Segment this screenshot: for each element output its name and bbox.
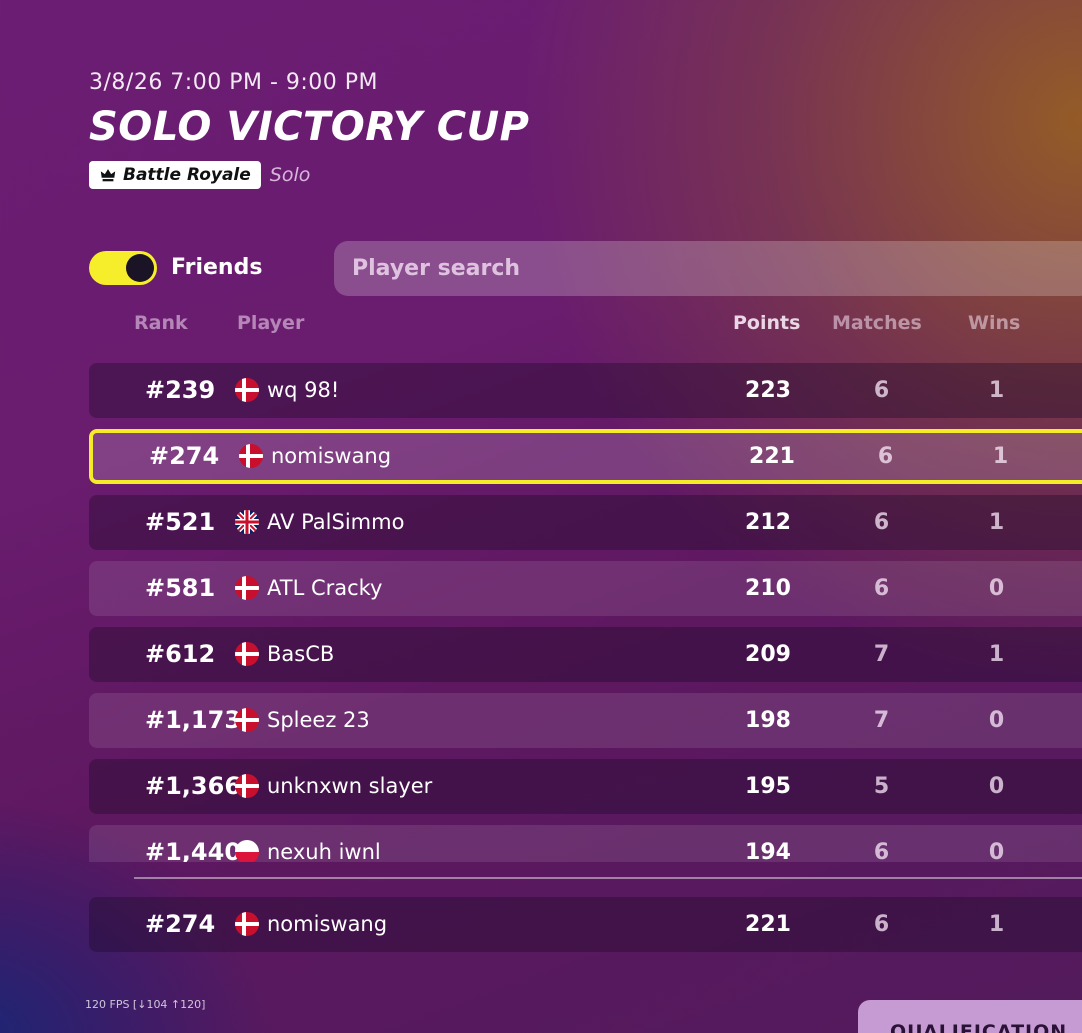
column-header-rank[interactable]: Rank xyxy=(134,312,188,334)
row-rank: #239 xyxy=(145,376,216,404)
pinned-player-row[interactable]: #274 nomiswang 221 6 1 xyxy=(89,897,1082,952)
row-matches: 5 xyxy=(873,774,890,799)
leaderboard-row[interactable]: #612 BasCB 209 7 1 xyxy=(89,627,1082,682)
denmark-flag-icon xyxy=(235,774,259,798)
row-wins: 1 xyxy=(988,642,1005,667)
row-matches: 6 xyxy=(873,576,890,601)
row-points: 223 xyxy=(745,378,791,403)
column-header-wins[interactable]: Wins xyxy=(968,312,1020,334)
leaderboard-row[interactable]: #1,366 unknxwn slayer 195 5 0 xyxy=(89,759,1082,814)
row-player-name: BasCB xyxy=(267,642,335,666)
leaderboard-row[interactable]: #1,173 Spleez 23 198 7 0 xyxy=(89,693,1082,748)
row-rank: #521 xyxy=(145,508,216,536)
row-rank: #274 xyxy=(145,910,216,938)
poland-flag-icon xyxy=(235,840,259,862)
leaderboard-row[interactable]: #1,440 nexuh iwnl 194 6 0 xyxy=(89,825,1082,862)
uk-flag-icon xyxy=(235,510,259,534)
row-points: 221 xyxy=(749,444,795,469)
denmark-flag-icon xyxy=(239,444,263,468)
row-wins: 1 xyxy=(988,912,1005,937)
row-points: 209 xyxy=(745,642,791,667)
row-wins: 1 xyxy=(988,378,1005,403)
row-wins: 1 xyxy=(992,444,1009,469)
team-type-label: Solo xyxy=(269,164,311,186)
denmark-flag-icon xyxy=(235,378,259,402)
mode-badge: Battle Royale xyxy=(89,161,261,189)
leaderboard-column-headers: Rank Player Points Matches Wins xyxy=(0,312,1082,340)
toggle-knob xyxy=(126,254,154,282)
row-matches: 7 xyxy=(873,708,890,733)
leaderboard-row[interactable]: #239 wq 98! 223 6 1 xyxy=(89,363,1082,418)
row-rank: #1,440 xyxy=(145,838,242,862)
row-rank: #612 xyxy=(145,640,216,668)
column-header-points[interactable]: Points xyxy=(733,312,800,334)
row-player-name: unknxwn slayer xyxy=(267,774,433,798)
mode-badge-label: Battle Royale xyxy=(123,165,251,185)
row-points: 210 xyxy=(745,576,791,601)
row-matches: 6 xyxy=(873,912,890,937)
row-player-name: ATL Cracky xyxy=(267,576,383,600)
denmark-flag-icon xyxy=(235,912,259,936)
row-wins: 1 xyxy=(988,510,1005,535)
row-rank: #1,366 xyxy=(145,772,242,800)
friends-toggle[interactable] xyxy=(89,251,157,285)
leaderboard-row-current-player[interactable]: #274 nomiswang 221 6 1 xyxy=(89,429,1082,484)
denmark-flag-icon xyxy=(235,642,259,666)
row-points: 212 xyxy=(745,510,791,535)
event-title: SOLO VICTORY CUP xyxy=(89,104,530,150)
row-matches: 6 xyxy=(877,444,894,469)
row-player-name: Spleez 23 xyxy=(267,708,370,732)
row-player-name: AV PalSimmo xyxy=(267,510,405,534)
row-player-name: nexuh iwnl xyxy=(267,840,381,862)
event-tags: Battle Royale Solo xyxy=(89,161,529,189)
row-player-name: nomiswang xyxy=(271,444,392,468)
row-matches: 6 xyxy=(873,840,890,862)
leaderboard-list[interactable]: #239 wq 98! 223 6 1 #274 nomiswang 221 6… xyxy=(0,362,1082,862)
row-player-name: wq 98! xyxy=(267,378,340,402)
row-wins: 0 xyxy=(988,774,1005,799)
leaderboard-row[interactable]: #581 ATL Cracky 210 6 0 xyxy=(89,561,1082,616)
column-header-player[interactable]: Player xyxy=(237,312,304,334)
column-header-matches[interactable]: Matches xyxy=(832,312,922,334)
row-wins: 0 xyxy=(988,576,1005,601)
denmark-flag-icon xyxy=(235,576,259,600)
crown-icon xyxy=(100,169,116,182)
row-points: 194 xyxy=(745,840,791,862)
row-wins: 0 xyxy=(988,840,1005,862)
row-rank: #1,173 xyxy=(145,706,242,734)
event-date-range: 3/8/26 7:00 PM - 9:00 PM xyxy=(89,70,379,95)
qualification-button[interactable]: QUALIFICATION xyxy=(858,1000,1082,1033)
row-matches: 6 xyxy=(873,378,890,403)
row-player-name: nomiswang xyxy=(267,912,388,936)
pinned-divider xyxy=(134,877,1082,879)
player-search-input[interactable] xyxy=(334,241,1082,296)
row-rank: #274 xyxy=(149,442,220,470)
fps-overlay: 120 FPS [↓104 ↑120] xyxy=(85,998,206,1011)
row-wins: 0 xyxy=(988,708,1005,733)
friends-label: Friends xyxy=(171,255,263,280)
leaderboard-row[interactable]: #521 AV PalSimmo 212 6 1 xyxy=(89,495,1082,550)
row-points: 198 xyxy=(745,708,791,733)
row-points: 195 xyxy=(745,774,791,799)
row-points: 221 xyxy=(745,912,791,937)
row-matches: 7 xyxy=(873,642,890,667)
denmark-flag-icon xyxy=(235,708,259,732)
row-matches: 6 xyxy=(873,510,890,535)
row-rank: #581 xyxy=(145,574,216,602)
event-header: 3/8/26 7:00 PM - 9:00 PM SOLO VICTORY CU… xyxy=(89,70,529,189)
